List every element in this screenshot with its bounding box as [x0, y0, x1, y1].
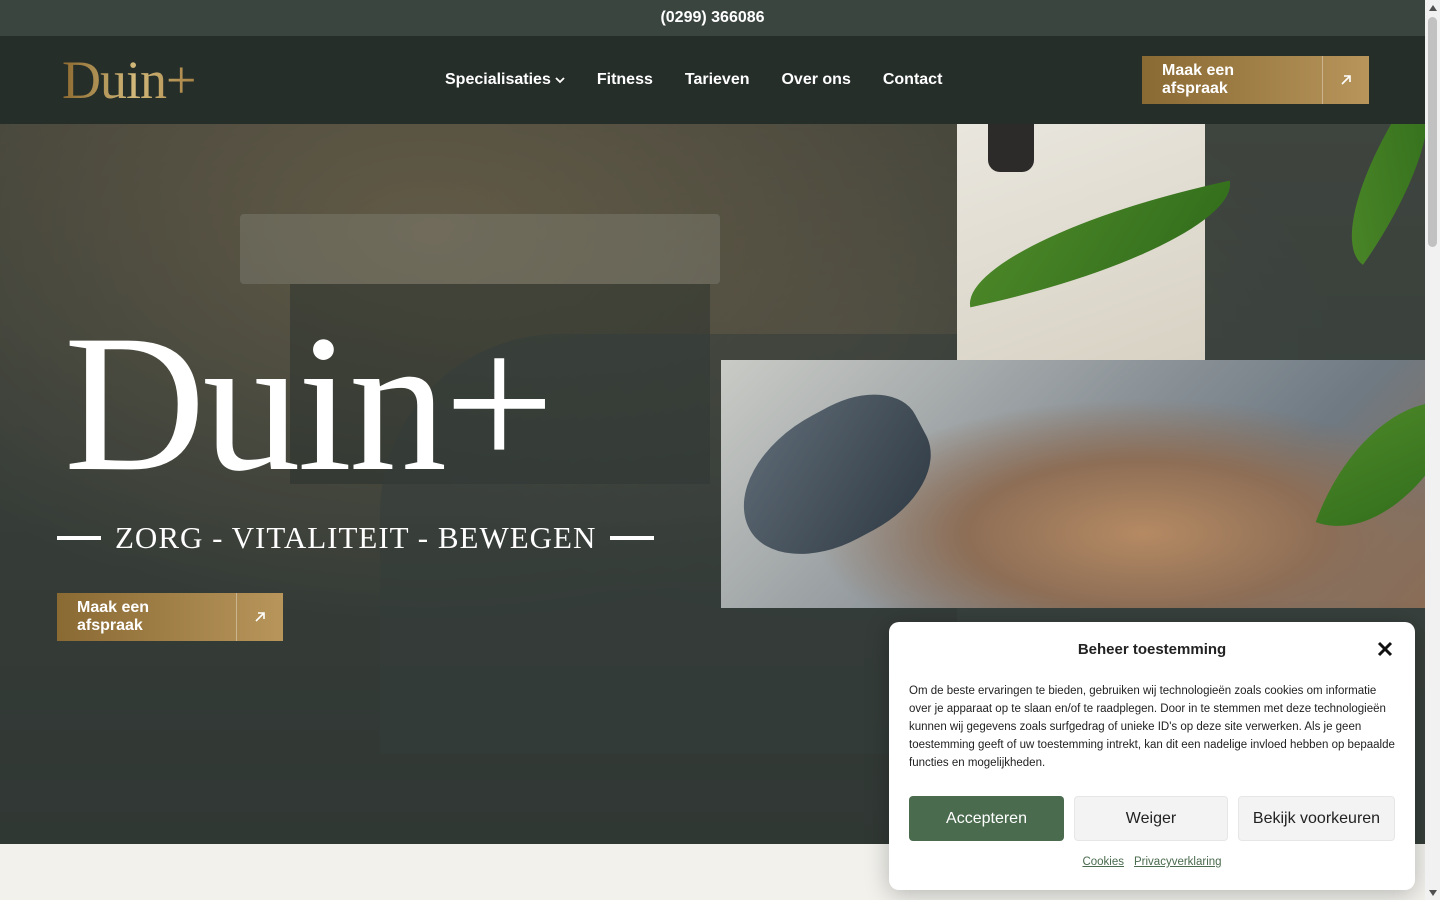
nav-item-specialisaties[interactable]: Specialisaties	[445, 71, 565, 89]
tagline-text: ZORG - VITALITEIT - BEWEGEN	[115, 520, 597, 555]
button-label: Maak een afspraak	[77, 599, 150, 634]
nav-item-label: Specialisaties	[445, 71, 551, 88]
close-icon[interactable]	[1375, 639, 1395, 659]
scrollbar-thumb[interactable]	[1428, 17, 1437, 247]
nav-item-fitness[interactable]: Fitness	[597, 71, 653, 89]
dialog-text: Om de beste ervaringen te bieden, gebrui…	[909, 685, 1395, 769]
scroll-down-icon[interactable]	[1425, 885, 1440, 900]
cookies-link[interactable]: Cookies	[1082, 856, 1124, 868]
cookie-consent-dialog: Beheer toestemming Om de beste ervaringe…	[889, 622, 1415, 890]
nav-item-label: Fitness	[596, 71, 653, 88]
scrollbar[interactable]	[1425, 0, 1440, 900]
dialog-title: Beheer toestemming	[1077, 641, 1227, 658]
site-header: Duin+ Specialisaties Fitness Tarieven Ov…	[0, 36, 1425, 124]
main-nav: Specialisaties Fitness Tarieven Over ons…	[445, 36, 942, 124]
scroll-up-icon[interactable]	[1425, 0, 1440, 15]
view-preferences-button[interactable]: Bekijk voorkeuren	[1238, 796, 1395, 841]
hero-tagline: ZORG - VITALITEIT - BEWEGEN	[57, 520, 655, 556]
divider	[610, 536, 655, 540]
phone-number[interactable]: (0299) 366086	[660, 9, 764, 27]
accept-button[interactable]: Accepteren	[909, 796, 1064, 841]
hero-appointment-button[interactable]: Maak een afspraak	[57, 593, 283, 641]
arrow-up-right-icon	[236, 593, 283, 641]
dialog-links: Cookies Privacyverklaring	[889, 856, 1415, 868]
header-appointment-button[interactable]: Maak een afspraak	[1142, 56, 1369, 104]
topbar: (0299) 366086	[0, 0, 1425, 36]
nav-item-label: Over ons	[781, 71, 851, 88]
deny-button[interactable]: Weiger	[1074, 796, 1228, 841]
divider	[57, 536, 101, 540]
logo[interactable]: Duin+	[62, 50, 196, 110]
hero-title: Duin+	[64, 295, 555, 512]
nav-item-contact[interactable]: Contact	[883, 71, 943, 89]
nav-item-tarieven[interactable]: Tarieven	[685, 71, 750, 89]
nav-item-over-ons[interactable]: Over ons	[781, 71, 850, 89]
privacy-link[interactable]: Privacyverklaring	[1134, 856, 1222, 868]
chevron-down-icon	[555, 77, 565, 84]
lamp-image	[988, 124, 1034, 172]
nav-item-label: Contact	[882, 71, 943, 88]
arrow-up-right-icon	[1321, 56, 1369, 104]
nav-item-label: Tarieven	[684, 71, 750, 88]
button-label: Maak een afspraak	[1162, 62, 1235, 97]
